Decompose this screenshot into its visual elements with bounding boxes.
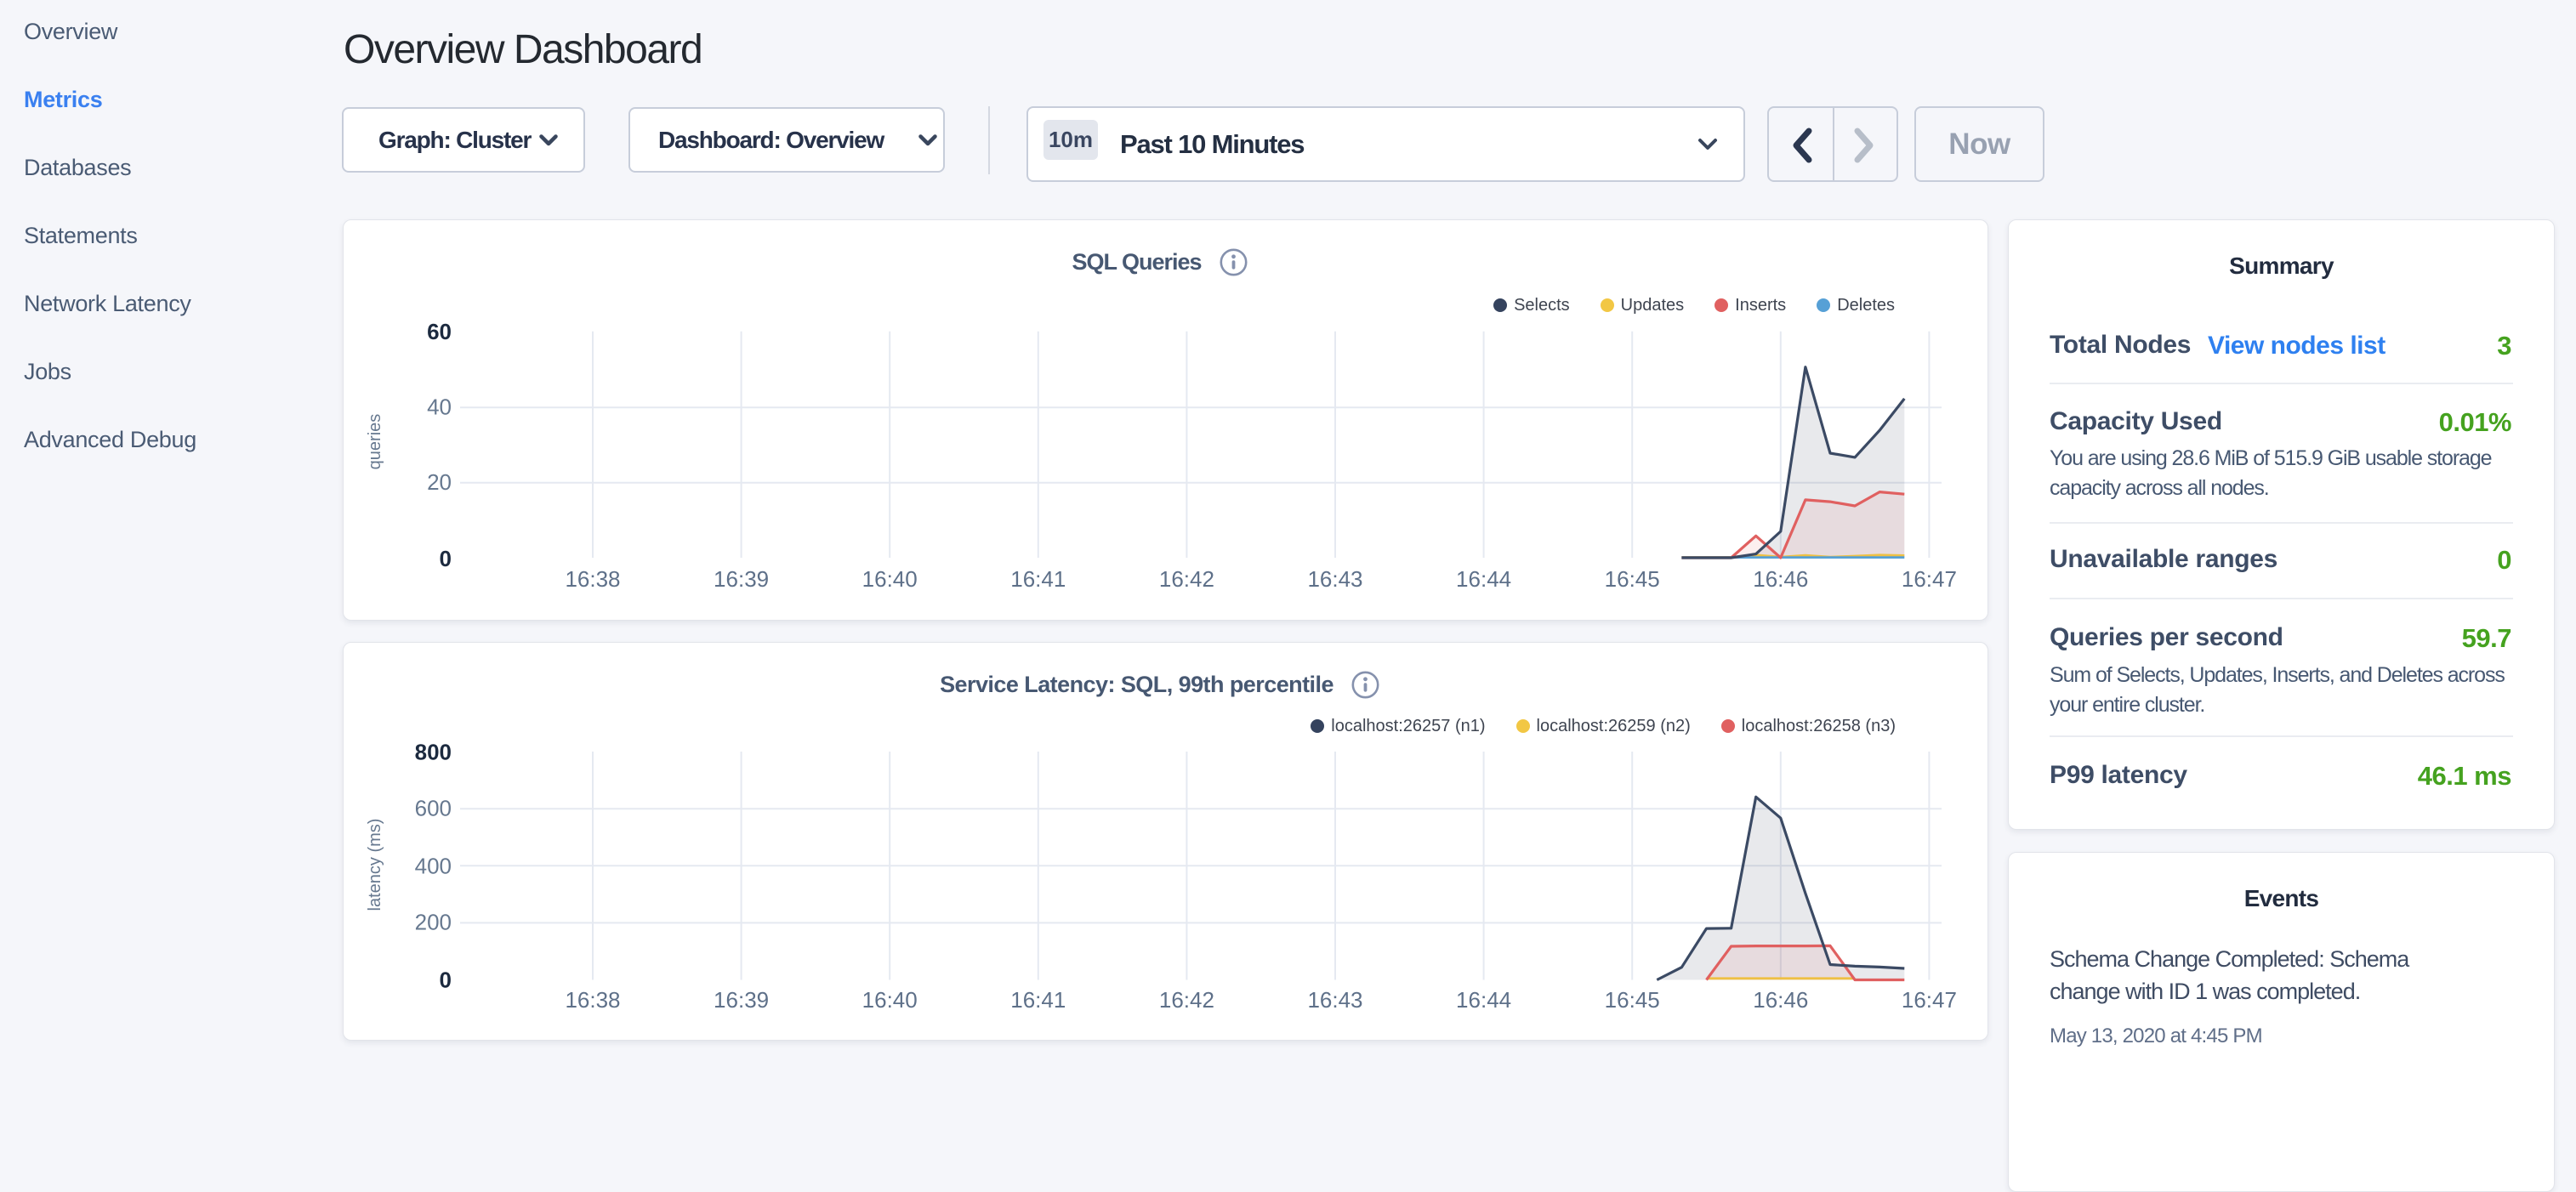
svg-text:16:45: 16:45 [1605,987,1660,1013]
svg-text:16:44: 16:44 [1456,566,1511,592]
svg-text:16:46: 16:46 [1753,987,1808,1013]
svg-text:queries: queries [366,414,384,470]
svg-text:400: 400 [415,854,452,879]
svg-text:0: 0 [440,546,452,571]
svg-text:16:46: 16:46 [1753,566,1808,592]
svg-text:800: 800 [415,740,452,765]
svg-text:16:47: 16:47 [1902,987,1957,1013]
svg-text:16:38: 16:38 [565,566,620,592]
svg-text:16:41: 16:41 [1010,566,1066,592]
svg-text:16:39: 16:39 [714,566,769,592]
svg-text:16:40: 16:40 [862,566,918,592]
svg-text:16:45: 16:45 [1605,566,1660,592]
svg-text:20: 20 [427,469,452,495]
svg-text:600: 600 [415,796,452,821]
svg-text:16:39: 16:39 [714,987,769,1013]
svg-text:16:44: 16:44 [1456,987,1511,1013]
svg-text:16:38: 16:38 [565,987,620,1013]
svg-text:16:41: 16:41 [1010,987,1066,1013]
svg-text:16:47: 16:47 [1902,566,1957,592]
svg-text:16:43: 16:43 [1307,566,1362,592]
svg-text:0: 0 [440,968,452,993]
svg-text:16:42: 16:42 [1159,566,1214,592]
svg-text:200: 200 [415,910,452,935]
svg-text:16:43: 16:43 [1307,987,1362,1013]
svg-text:16:42: 16:42 [1159,987,1214,1013]
svg-text:16:40: 16:40 [862,987,918,1013]
svg-text:40: 40 [427,394,452,420]
svg-text:60: 60 [427,319,452,344]
svg-text:latency (ms): latency (ms) [366,819,384,911]
